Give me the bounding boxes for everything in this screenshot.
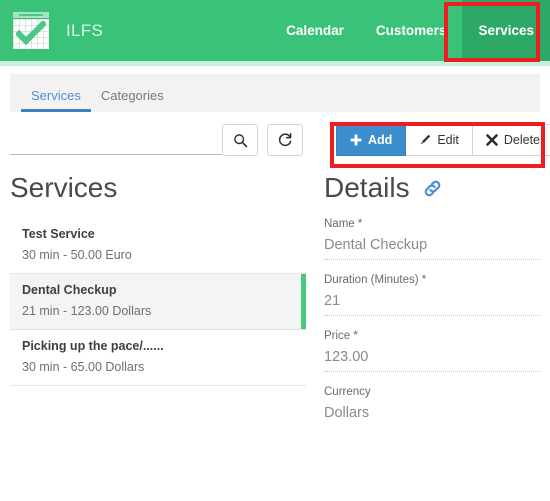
duration-field-value[interactable]: 21	[324, 293, 540, 316]
field-name: Name * Dental Checkup	[324, 218, 540, 260]
field-currency: Currency Dollars	[324, 386, 540, 427]
field-duration: Duration (Minutes) * 21	[324, 274, 540, 316]
services-panel: Services Test Service 30 min - 50.00 Eur…	[10, 168, 306, 480]
nav-item-calendar[interactable]: Calendar	[270, 0, 360, 61]
search-icon	[233, 133, 247, 147]
services-list: Test Service 30 min - 50.00 Euro Dental …	[10, 218, 306, 386]
service-meta: 30 min - 65.00 Dollars	[22, 360, 145, 374]
add-button-label: Add	[368, 133, 393, 147]
list-item[interactable]: Test Service 30 min - 50.00 Euro	[10, 218, 306, 274]
list-item[interactable]: Picking up the pace/...... 30 min - 65.0…	[10, 330, 306, 386]
record-action-buttons: Add Edit Delete	[336, 124, 550, 156]
tab-strip: Services Categories	[10, 74, 540, 112]
services-panel-title: Services	[10, 172, 118, 203]
refresh-button[interactable]	[267, 124, 303, 156]
delete-button-label: Delete	[503, 133, 540, 147]
nav-item-customers[interactable]: Customers	[360, 0, 463, 61]
service-meta: 21 min - 123.00 Dollars	[22, 304, 152, 318]
service-name: Picking up the pace/......	[22, 339, 164, 353]
header-underline	[0, 61, 550, 66]
brand-name: ILFS	[66, 20, 104, 40]
service-name: Dental Checkup	[22, 283, 117, 297]
details-title-text: Details	[324, 172, 410, 203]
plus-icon	[350, 134, 362, 146]
name-field-value[interactable]: Dental Checkup	[324, 237, 540, 260]
tab-categories[interactable]: Categories	[91, 88, 174, 112]
list-item[interactable]: Dental Checkup 21 min - 123.00 Dollars	[10, 274, 306, 330]
edit-button[interactable]: Edit	[406, 124, 473, 156]
field-label: Name *	[324, 218, 363, 230]
add-button[interactable]: Add	[336, 124, 407, 156]
action-bar: Add Edit Delete	[0, 116, 550, 168]
refresh-icon	[278, 132, 292, 147]
service-name: Test Service	[22, 227, 95, 241]
search-field-wrapper	[10, 129, 222, 155]
app-header: ILFS Calendar Customers Services	[0, 0, 550, 66]
details-panel: Details Name * Dental Checkup Duration (…	[324, 168, 540, 480]
currency-field-value[interactable]: Dollars	[324, 405, 540, 427]
delete-button[interactable]: Delete	[472, 124, 550, 156]
service-meta: 30 min - 50.00 Euro	[22, 248, 132, 262]
content-area: Services Test Service 30 min - 50.00 Eur…	[0, 168, 550, 480]
main-nav: Calendar Customers Services	[270, 0, 550, 61]
calendar-check-icon	[10, 9, 52, 52]
edit-button-label: Edit	[437, 133, 459, 147]
pencil-icon	[419, 134, 431, 146]
field-label: Price *	[324, 330, 358, 342]
field-price: Price * 123.00	[324, 330, 540, 372]
search-input[interactable]	[10, 129, 222, 155]
details-panel-title: Details	[324, 168, 540, 218]
column-gap	[306, 168, 324, 480]
price-field-value[interactable]: 123.00	[324, 349, 540, 372]
tab-services[interactable]: Services	[21, 88, 91, 112]
check-glyph	[16, 20, 46, 45]
brand[interactable]: ILFS	[0, 9, 104, 52]
tab-strip-wrapper: Services Categories	[0, 61, 550, 112]
search-button[interactable]	[222, 124, 258, 156]
chain-link-icon[interactable]	[421, 177, 444, 200]
times-icon	[486, 134, 498, 146]
field-label: Currency	[324, 386, 371, 398]
field-label: Duration (Minutes) *	[324, 274, 427, 286]
nav-item-services[interactable]: Services	[462, 0, 550, 61]
